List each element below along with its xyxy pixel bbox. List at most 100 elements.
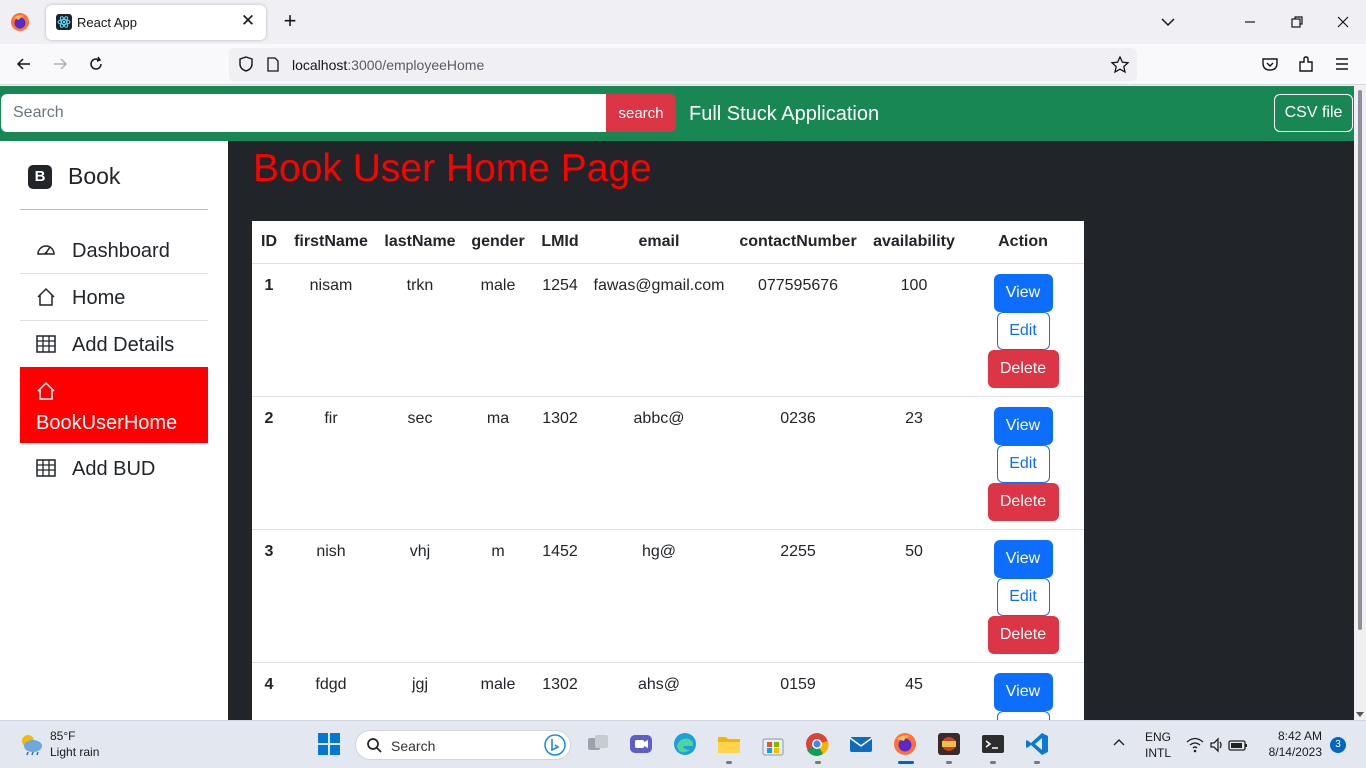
cell-lmid: 1302 [532,396,588,530]
view-button[interactable]: View [993,539,1053,578]
windows-taskbar: 85°F Light rain Search ENG INTL 8:42 AM … [0,720,1366,768]
search-input[interactable] [1,94,606,132]
game-app-icon[interactable] [936,731,962,757]
app-header: search Full Stuck Application CSV file [0,86,1354,141]
edge-browser-icon[interactable] [672,731,698,757]
column-header-lmid: LMId [532,221,588,264]
running-indicator [990,761,996,764]
cell-availability: 45 [866,662,962,720]
sidebar-item-home[interactable]: Home [20,274,208,321]
cell-lastname: jgj [376,662,464,720]
edit-button[interactable]: Edit [996,444,1050,483]
table-row: 2 fir sec ma 1302 abbc@ 0236 23 View Edi… [252,396,1084,530]
delete-button[interactable]: Delete [987,482,1059,521]
column-header-contactnumber: contactNumber [730,221,866,264]
react-favicon-icon [56,14,72,30]
edit-button[interactable]: Edit [996,311,1050,350]
back-arrow-icon[interactable] [14,54,34,74]
reload-icon[interactable] [86,54,106,74]
app-brand[interactable]: Full Stuck Application [689,103,879,126]
column-header-action: Action [962,221,1084,264]
view-button[interactable]: View [993,672,1053,711]
weather-rain-icon[interactable] [18,731,44,757]
sidebar-item-add-bud[interactable]: Add BUD [20,445,208,492]
mail-icon[interactable] [848,731,874,757]
sidebar-item-add-details[interactable]: Add Details [20,321,208,368]
edit-button[interactable]: Edit [996,710,1050,720]
delete-button[interactable]: Delete [987,615,1059,654]
shield-icon[interactable] [237,55,255,73]
house-icon [37,287,55,306]
column-header-email: email [588,221,730,264]
close-window-icon[interactable] [1333,12,1353,32]
file-explorer-icon[interactable] [716,731,742,757]
cell-lmid: 1452 [532,529,588,663]
microsoft-store-icon[interactable] [760,731,786,757]
forward-arrow-icon[interactable] [50,54,70,74]
language-indicator[interactable]: ENG [1145,730,1171,744]
scroll-down-arrow-icon[interactable] [1356,710,1364,718]
edit-button[interactable]: Edit [996,577,1050,616]
terminal-icon[interactable] [980,731,1006,757]
weather-description[interactable]: Light rain [50,745,99,759]
taskbar-search[interactable]: Search [355,730,571,760]
minimize-icon[interactable] [1240,12,1260,32]
keyboard-layout-indicator[interactable]: INTL [1145,746,1171,760]
menu-icon[interactable] [1332,54,1352,74]
weather-temperature[interactable]: 85°F [50,729,75,743]
cell-gender: ma [464,396,532,530]
running-indicator [1034,761,1040,764]
task-view-icon[interactable] [585,731,611,757]
bookmark-star-icon[interactable] [1110,55,1130,75]
firefox-taskbar-icon[interactable] [892,731,918,757]
cell-actions: View Edit Delete [962,263,1084,397]
chevron-down-icon[interactable] [1158,12,1178,32]
clock-date[interactable]: 8/14/2023 [1269,745,1322,759]
table-header-row: ID firstName lastName gender LMId email … [252,221,1084,264]
sidebar-divider [20,209,208,210]
wifi-volume-battery-icon[interactable] [1185,736,1251,754]
sidebar-item-bookuserhome[interactable]: BookUserHome [20,367,208,443]
sidebar: B Book Dashboard Home Add Details BookUs… [0,141,228,720]
close-tab-icon[interactable]: ✕ [238,11,258,31]
extensions-icon[interactable] [1296,54,1316,74]
sidebar-item-label: BookUserHome [36,412,178,434]
page-scrollbar[interactable] [1354,86,1366,720]
column-header-id: ID [252,221,286,264]
sidebar-item-label: Add Details [72,334,175,356]
sidebar-item-dashboard[interactable]: Dashboard [20,227,208,274]
cell-availability: 100 [866,263,962,397]
firefox-icon[interactable] [10,12,30,32]
users-table: ID firstName lastName gender LMId email … [252,221,1084,720]
cell-contactnumber: 2255 [730,529,866,663]
browser-tab[interactable]: React App ✕ [46,5,266,40]
cell-gender: male [464,263,532,397]
search-button[interactable]: search [606,94,676,132]
main-content: Book User Home Page ID firstName lastNam… [228,141,1354,720]
clock-time[interactable]: 8:42 AM [1278,729,1322,743]
vscode-icon[interactable] [1024,731,1050,757]
windows-start-icon[interactable] [316,731,342,757]
csv-file-button[interactable]: CSV file [1274,94,1353,132]
new-tab-icon[interactable]: + [279,10,301,32]
notification-badge[interactable]: 3 [1330,737,1346,753]
column-header-gender: gender [464,221,532,264]
cell-lmid: 1302 [532,662,588,720]
url-text[interactable]: localhost:3000/employeeHome [292,57,484,73]
cell-gender: male [464,662,532,720]
delete-button[interactable]: Delete [987,349,1059,388]
tray-chevron-up-icon[interactable] [1112,736,1126,750]
view-button[interactable]: View [993,406,1053,445]
table-row: 1 nisam trkn male 1254 fawas@gmail.com 0… [252,263,1084,397]
cell-id: 1 [252,263,286,397]
sidebar-brand[interactable]: Book [68,163,120,190]
restore-icon[interactable] [1287,12,1307,32]
pocket-icon[interactable] [1260,54,1280,74]
chrome-icon[interactable] [804,731,830,757]
view-button[interactable]: View [993,273,1053,312]
scrollbar-thumb[interactable] [1358,90,1362,630]
teams-chat-icon[interactable] [628,731,654,757]
page-icon[interactable] [265,56,281,73]
bing-icon[interactable] [544,734,566,756]
url-bar[interactable]: localhost:3000/employeeHome [229,48,1137,81]
